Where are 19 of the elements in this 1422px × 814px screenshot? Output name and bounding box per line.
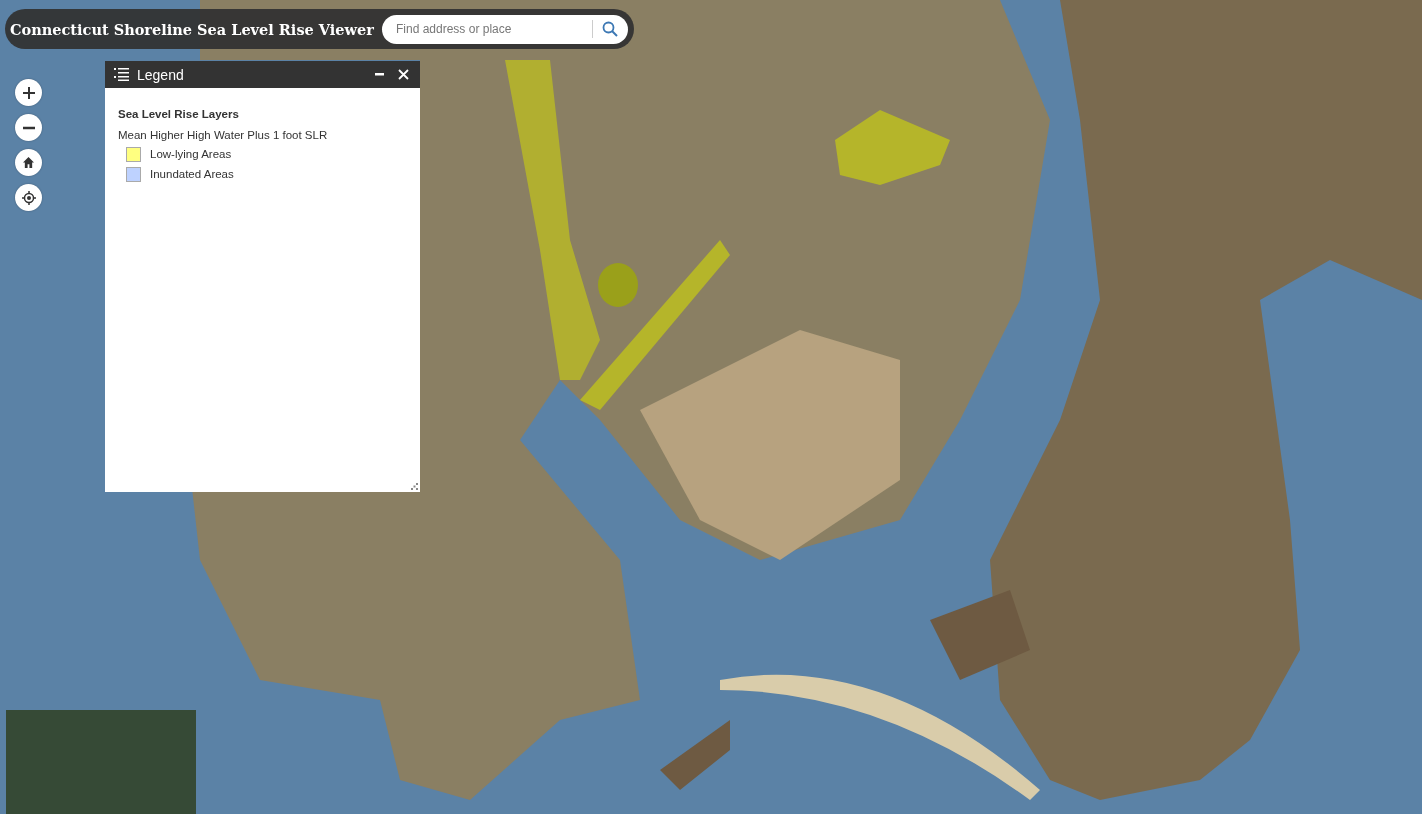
legend-label: Low-lying Areas	[150, 148, 232, 160]
close-icon	[398, 69, 409, 80]
app-title: Connecticut Shoreline Sea Level Rise Viewer	[10, 20, 374, 38]
search-icon	[602, 21, 618, 37]
list-icon	[114, 68, 129, 81]
legend-heading: Sea Level Rise Layers	[118, 108, 240, 120]
locate-icon	[21, 190, 36, 205]
search-field[interactable]: Find address or place	[382, 14, 628, 44]
search-input[interactable]: Find address or place	[394, 21, 592, 37]
minimize-button[interactable]	[372, 73, 387, 76]
minimize-icon	[375, 73, 384, 76]
layer-name: Mean Higher High Water Plus 1 foot SLR	[118, 129, 329, 141]
legend-title: Legend	[137, 66, 184, 83]
resize-grip-icon[interactable]	[411, 483, 418, 490]
plus-icon	[21, 85, 36, 100]
close-button[interactable]	[395, 69, 412, 80]
legend-label: Inundated Areas	[150, 168, 234, 180]
minus-icon	[22, 125, 35, 130]
home-icon	[23, 157, 34, 168]
